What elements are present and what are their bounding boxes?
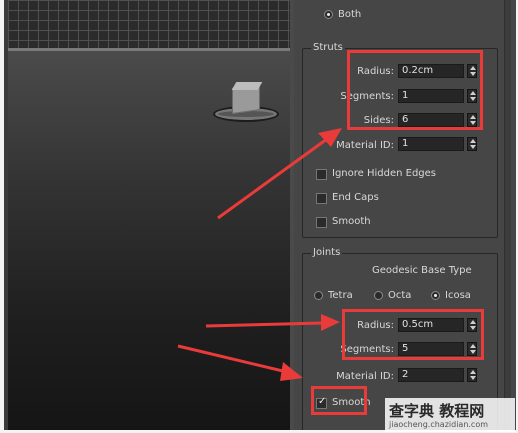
highlight-joints-params xyxy=(342,309,484,360)
joints-group-title: Joints xyxy=(311,247,343,258)
struts-material-id-label: Material ID: xyxy=(336,140,394,151)
end-caps-label: End Caps xyxy=(332,192,379,203)
ignore-hidden-edges-label: Ignore Hidden Edges xyxy=(332,168,437,179)
joints-material-id-label: Material ID: xyxy=(336,371,394,382)
struts-material-id-spinner[interactable] xyxy=(467,137,477,151)
highlight-joints-smooth xyxy=(311,386,367,415)
joints-material-id-field[interactable]: 2 xyxy=(398,368,464,382)
radio-tetra[interactable] xyxy=(314,291,323,300)
radio-icosa[interactable] xyxy=(431,291,440,300)
3d-viewport[interactable] xyxy=(8,0,294,430)
spinner-up-icon[interactable] xyxy=(470,139,476,143)
highlight-struts-params xyxy=(347,50,483,130)
radio-octa[interactable] xyxy=(374,291,383,300)
viewport-grid xyxy=(8,0,294,48)
end-caps-checkbox[interactable] xyxy=(316,193,327,204)
panel-scrollbar[interactable] xyxy=(504,0,511,430)
radio-icosa-label: Icosa xyxy=(445,290,471,301)
watermark: 查字典 教程网 jiaocheng.chazidian.com xyxy=(385,398,515,432)
radio-tetra-label: Tetra xyxy=(328,290,353,301)
struts-smooth-label: Smooth xyxy=(332,216,371,227)
radio-octa-label: Octa xyxy=(388,290,412,301)
struts-smooth-checkbox[interactable] xyxy=(316,217,327,228)
struts-material-id-field[interactable]: 1 xyxy=(398,137,464,151)
viewcube-top-face[interactable] xyxy=(231,82,263,90)
spinner-down-icon[interactable] xyxy=(470,145,476,149)
watermark-url: jiaocheng.chazidian.com xyxy=(389,420,489,429)
spinner-up-icon[interactable] xyxy=(470,370,476,374)
struts-group-title: Struts xyxy=(311,42,345,53)
radio-both[interactable] xyxy=(324,10,333,19)
geodesic-base-type-label: Geodesic Base Type xyxy=(372,265,472,276)
modify-panel: Both Struts Radius: 0.2cm Segments: 1 Si… xyxy=(294,0,516,430)
radio-both-label: Both xyxy=(338,9,362,20)
spinner-down-icon[interactable] xyxy=(470,376,476,380)
watermark-brand: 查字典 教程网 xyxy=(389,402,485,420)
joints-material-id-spinner[interactable] xyxy=(467,368,477,382)
ignore-hidden-edges-checkbox[interactable] xyxy=(316,169,327,180)
viewcube-icon[interactable] xyxy=(213,82,279,128)
app-frame: Both Struts Radius: 0.2cm Segments: 1 Si… xyxy=(4,0,516,430)
